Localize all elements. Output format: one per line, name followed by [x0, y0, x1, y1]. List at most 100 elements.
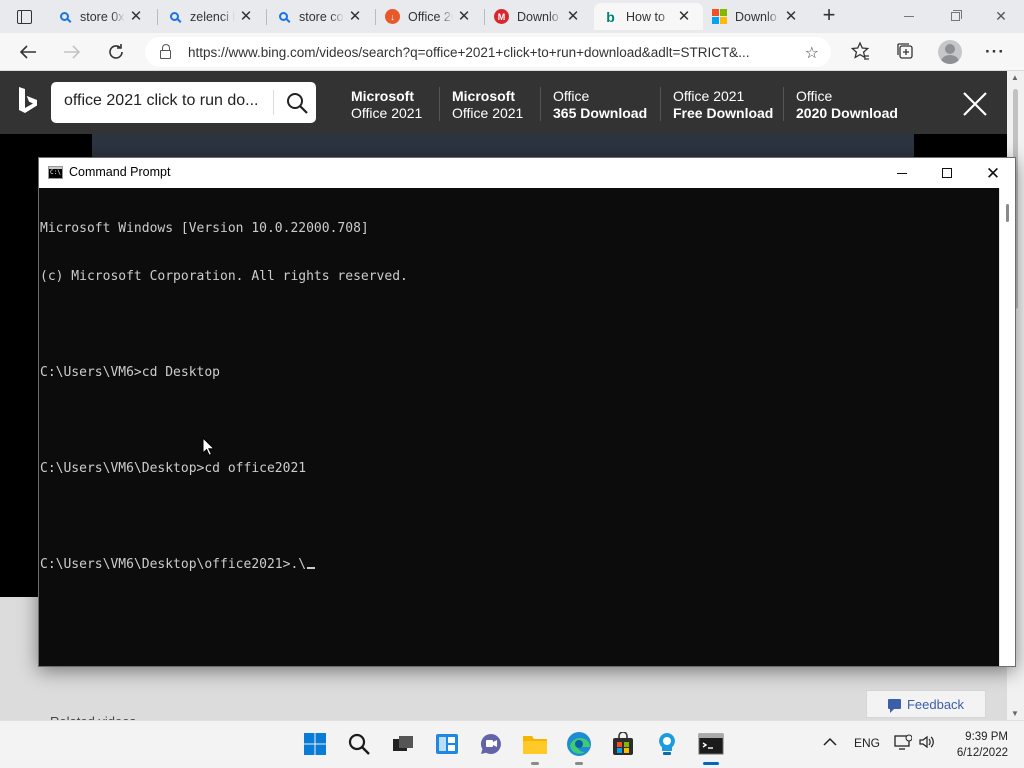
scroll-up-icon[interactable]: ▲: [1011, 73, 1019, 82]
back-button[interactable]: [14, 39, 42, 65]
cmd-maximize-button[interactable]: [924, 158, 970, 188]
url-text[interactable]: https://www.bing.com/videos/search?q=off…: [188, 45, 783, 60]
console-line: Microsoft Windows [Version 10.0.22000.70…: [40, 221, 369, 236]
show-hidden-icons-button[interactable]: [823, 734, 837, 750]
cmd-minimize-button[interactable]: [879, 158, 925, 188]
related-search-microsoft-office-2021-b[interactable]: Microsoft Office 2021: [452, 88, 523, 121]
browser-tab-strip: store 0x80 ✕ zelenci li ✕ store co ✕ ↓ O…: [0, 0, 1024, 33]
search-icon[interactable]: [286, 92, 308, 114]
speaker-icon: [919, 735, 934, 749]
tab-zelenci[interactable]: zelenci li ✕: [158, 3, 265, 30]
feedback-label: Feedback: [906, 696, 965, 712]
console-prompt-line[interactable]: C:\Users\VM6\Desktop\office2021>.\: [40, 557, 999, 573]
clock-time: 9:39 PM: [965, 731, 1008, 743]
related-line2: Office 2021: [351, 105, 423, 121]
command-prompt-window[interactable]: Command Prompt ✕ Microsoft Windows [Vers…: [38, 157, 1016, 667]
tab-office-2021[interactable]: ↓ Office 20 ✕: [376, 3, 483, 30]
related-line1: Microsoft: [351, 88, 414, 104]
tab-title: Downlo: [517, 9, 559, 24]
tab-actions-menu-button[interactable]: [7, 6, 41, 28]
system-clock[interactable]: 9:39 PM 6/12/2022: [940, 729, 1008, 761]
taskbar-search-button[interactable]: [345, 730, 373, 758]
windows-start-icon: [304, 733, 326, 755]
scroll-down-icon[interactable]: ▼: [1011, 709, 1019, 718]
bing-search-input[interactable]: office 2021 click to run do...: [64, 92, 264, 110]
minimize-icon: [904, 16, 914, 17]
search-divider: [273, 90, 274, 115]
task-view-button[interactable]: [389, 730, 417, 758]
network-status-button[interactable]: [894, 734, 913, 753]
browser-close-button[interactable]: ✕: [978, 0, 1024, 33]
start-button[interactable]: [301, 730, 329, 758]
command-prompt-taskbar-button[interactable]: [697, 730, 725, 765]
related-search-office-365-download[interactable]: Office 365 Download: [553, 88, 647, 121]
related-separator: [439, 87, 440, 121]
cmd-scrollbar[interactable]: [999, 188, 1015, 666]
related-line1: Office: [553, 88, 590, 104]
forward-button[interactable]: [58, 39, 86, 65]
browser-minimize-button[interactable]: [886, 0, 932, 33]
bing-icon: b: [606, 8, 615, 25]
folder-icon: [523, 736, 547, 754]
feedback-button[interactable]: Feedback: [866, 690, 986, 718]
tab-store-0x80[interactable]: store 0x80 ✕: [48, 3, 155, 30]
tab-download-mega[interactable]: M Downlo ✕: [485, 3, 592, 30]
edge-button[interactable]: [565, 730, 593, 765]
tab-title: store 0x80: [80, 9, 125, 24]
chat-icon: [481, 734, 501, 754]
settings-more-button[interactable]: ···: [983, 41, 1007, 63]
running-indicator: [575, 762, 583, 765]
tab-store-co[interactable]: store co ✕: [267, 3, 374, 30]
text-cursor: [307, 567, 316, 569]
related-search-microsoft-office-2021-a[interactable]: Microsoft Office 2021: [351, 88, 422, 121]
lightbulb-icon: [659, 733, 675, 755]
console-output[interactable]: Microsoft Windows [Version 10.0.22000.70…: [39, 188, 999, 666]
address-bar[interactable]: https://www.bing.com/videos/search?q=off…: [145, 37, 831, 67]
new-tab-button[interactable]: +: [818, 4, 840, 27]
input-language-indicator[interactable]: ENG: [854, 736, 880, 750]
tab-download-microsoft[interactable]: Downlo ✕: [703, 3, 810, 30]
search-icon: [279, 12, 288, 21]
browser-restore-button[interactable]: [932, 0, 978, 33]
volume-button[interactable]: [918, 734, 936, 753]
tab-close-icon[interactable]: ✕: [239, 9, 253, 24]
console-line: (c) Microsoft Corporation. All rights re…: [40, 269, 408, 284]
task-view-icon: [393, 736, 413, 751]
collections-button[interactable]: [893, 41, 917, 63]
tab-close-icon[interactable]: ✕: [348, 9, 362, 24]
close-video-overlay-icon[interactable]: [960, 89, 990, 119]
bing-logo-icon[interactable]: [17, 86, 39, 116]
cmd-title-bar[interactable]: Command Prompt ✕: [39, 158, 1015, 188]
search-icon: [348, 733, 370, 755]
widgets-button[interactable]: [433, 730, 461, 758]
refresh-button[interactable]: [102, 39, 130, 65]
related-search-office-2020-download[interactable]: Office 2020 Download: [796, 88, 898, 121]
get-started-tips-button[interactable]: [653, 730, 681, 758]
cmd-scrollbar-thumb[interactable]: [1006, 204, 1009, 222]
related-search-office-2021-free-download[interactable]: Office 2021 Free Download: [673, 88, 773, 121]
tab-close-icon[interactable]: ✕: [784, 9, 798, 24]
profile-avatar-icon[interactable]: [938, 40, 962, 64]
search-icon: [60, 12, 69, 21]
back-arrow-icon: [19, 45, 36, 59]
tab-close-icon[interactable]: ✕: [677, 9, 691, 24]
related-separator: [660, 87, 661, 121]
running-indicator: [531, 762, 539, 765]
refresh-icon: [109, 44, 123, 59]
tab-close-icon[interactable]: ✕: [129, 9, 143, 24]
close-icon: ✕: [985, 163, 1001, 183]
tab-close-icon[interactable]: ✕: [566, 9, 580, 24]
cmd-window-title: Command Prompt: [69, 165, 171, 179]
add-favorite-icon[interactable]: ☆: [805, 43, 819, 63]
microsoft-store-button[interactable]: [609, 730, 637, 758]
teams-chat-button[interactable]: [477, 730, 505, 758]
file-explorer-button[interactable]: [521, 730, 549, 765]
cmd-close-button[interactable]: ✕: [970, 158, 1016, 188]
favorites-button[interactable]: [848, 41, 872, 63]
tab-how-to-active[interactable]: b How to ✕: [594, 3, 703, 30]
tab-title: Downlo: [735, 9, 777, 24]
tab-close-icon[interactable]: ✕: [457, 9, 471, 24]
bing-search-box[interactable]: office 2021 click to run do...: [51, 82, 316, 123]
download-icon: ↓: [385, 9, 400, 24]
